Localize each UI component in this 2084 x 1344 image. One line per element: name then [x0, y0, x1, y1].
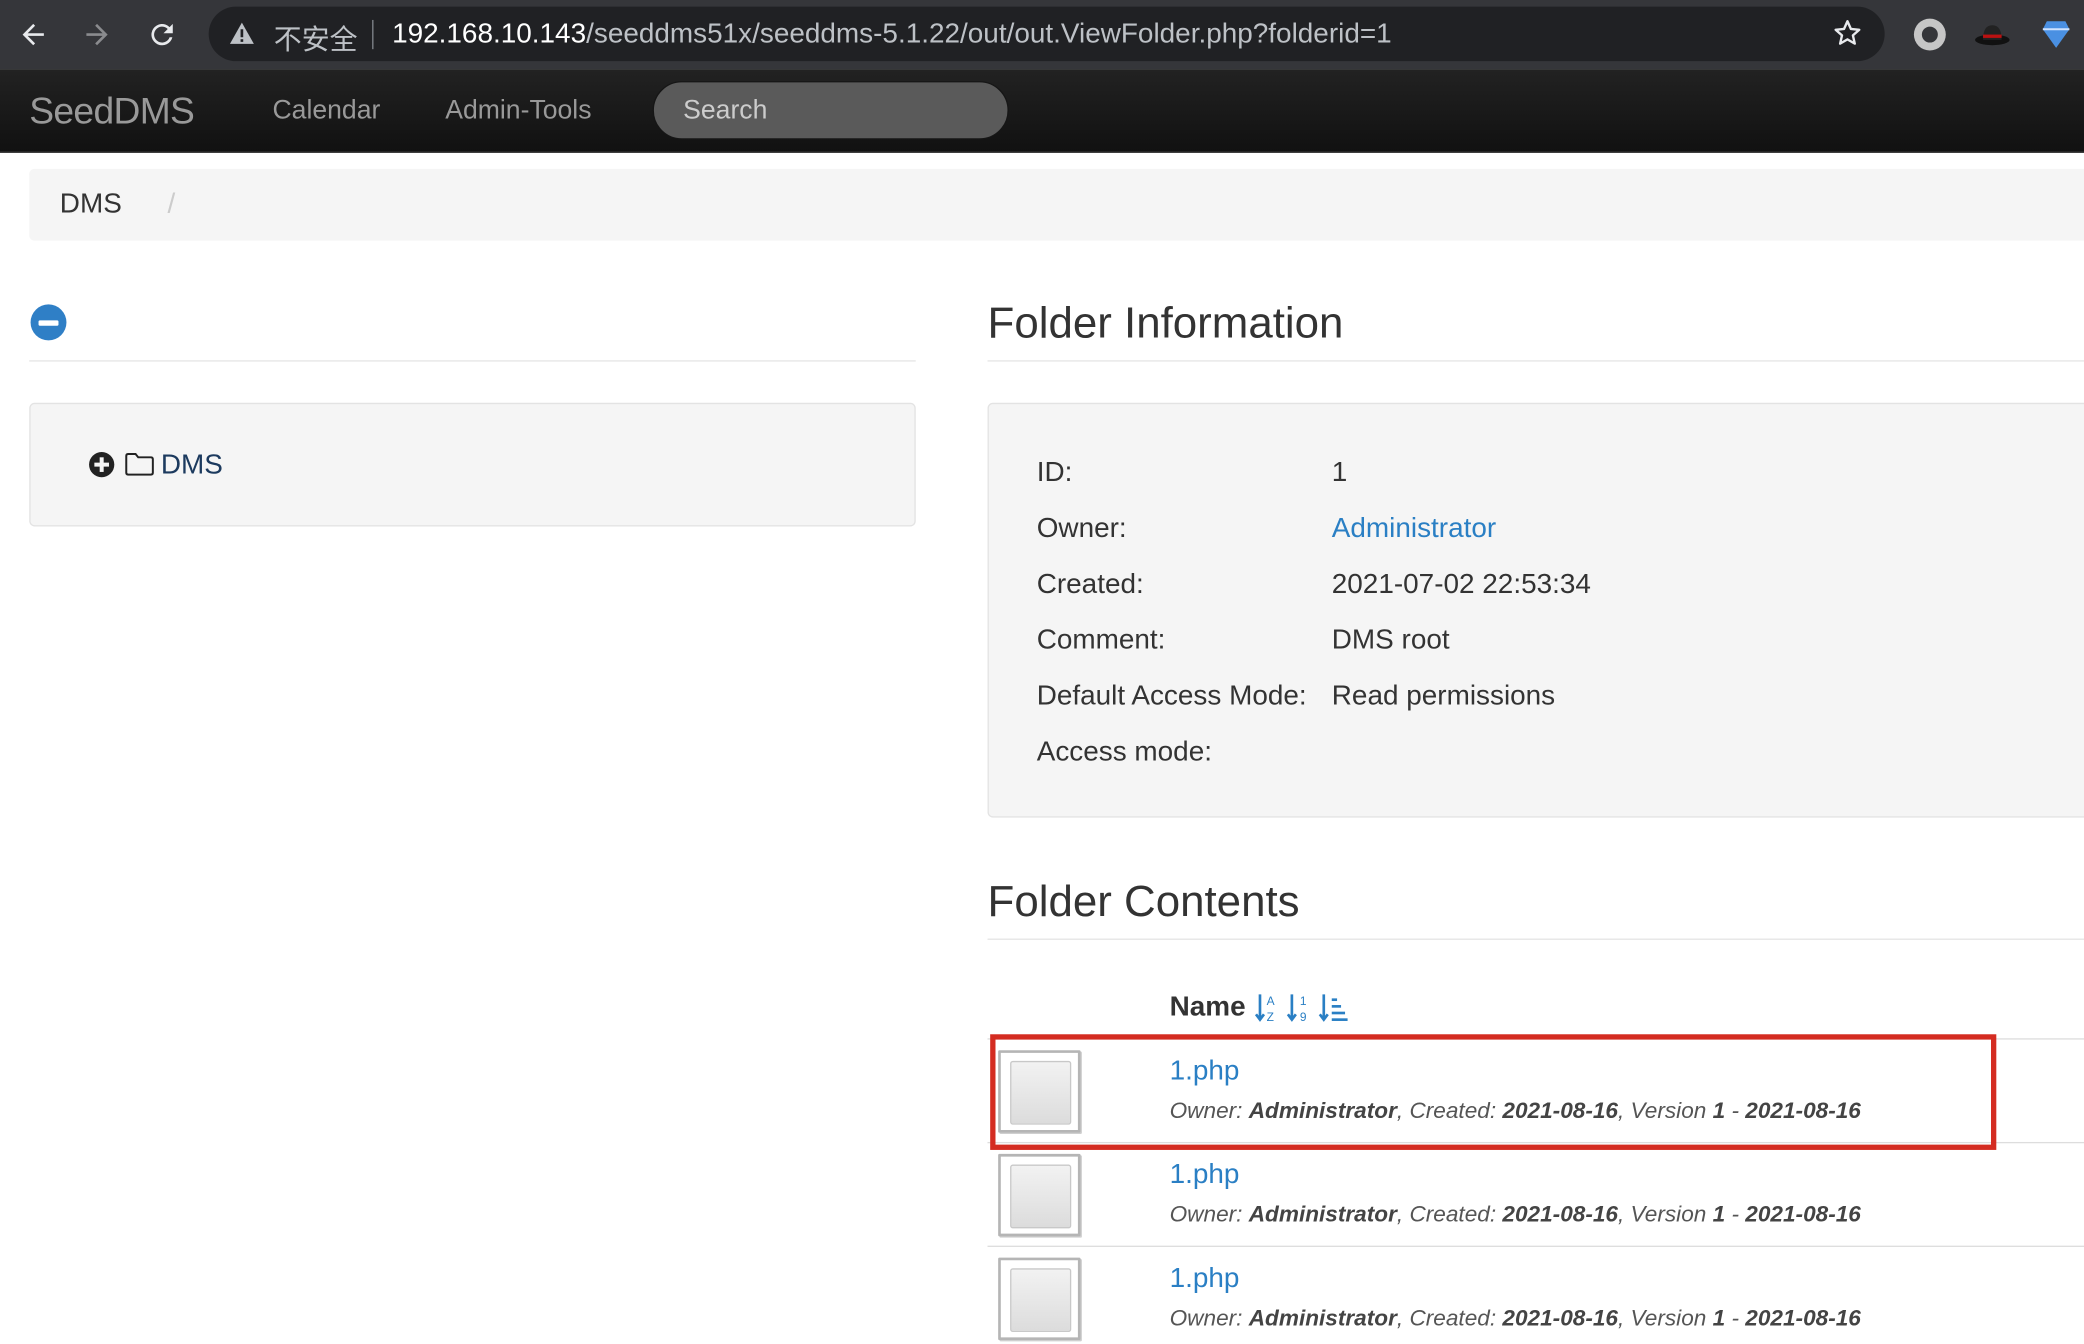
- document-thumbnail-icon[interactable]: [998, 1050, 1081, 1133]
- tree-item-dms[interactable]: DMS: [161, 449, 223, 481]
- table-row[interactable]: 1.php Owner: Administrator, Created: 202…: [988, 1246, 2084, 1344]
- forward-icon[interactable]: [76, 13, 119, 56]
- breadcrumb: DMS /: [29, 168, 2084, 241]
- info-row-created: Created: 2021-07-02 22:53:34: [1037, 569, 2074, 609]
- document-thumbnail-icon[interactable]: [998, 1153, 1081, 1237]
- url-host: 192.168.10.143: [392, 18, 587, 50]
- info-row-owner: Owner: Administrator: [1037, 513, 2074, 553]
- browser-toolbar: 不安全 192.168.10.143/seeddms51x/seeddms-5.…: [0, 0, 2084, 70]
- info-label: Comment:: [1036, 624, 1166, 656]
- folder-contents-divider: [987, 938, 2084, 940]
- reload-icon[interactable]: [141, 13, 184, 56]
- table-row[interactable]: 1.php Owner: Administrator, Created: 202…: [988, 1038, 2084, 1142]
- folder-info-panel: ID: 1 Owner: Administrator Created: 2021…: [987, 402, 2084, 818]
- svg-text:Z: Z: [1267, 1010, 1274, 1024]
- document-name-link[interactable]: 1.php: [1170, 1263, 1240, 1295]
- document-meta: Owner: Administrator, Created: 2021-08-1…: [1169, 1305, 1861, 1331]
- expand-plus-icon[interactable]: [89, 451, 115, 478]
- tree-divider: [29, 360, 916, 362]
- bookmark-star-icon[interactable]: [1829, 15, 1866, 52]
- warning-icon: [227, 17, 256, 49]
- info-row-id: ID: 1: [1037, 457, 2074, 497]
- info-label: Access mode:: [1036, 736, 1212, 768]
- svg-text:1: 1: [1300, 994, 1307, 1008]
- info-value: 1: [1331, 457, 1348, 488]
- folder-tree: DMS: [29, 402, 916, 527]
- extension-hat-icon[interactable]: [1972, 15, 2012, 55]
- svg-text:9: 9: [1300, 1010, 1307, 1024]
- collapse-tree-icon[interactable]: [30, 304, 67, 341]
- info-label: Default Access Mode:: [1036, 680, 1307, 712]
- document-meta: Owner: Administrator, Created: 2021-08-1…: [1169, 1098, 1861, 1124]
- document-thumbnail-icon[interactable]: [998, 1257, 1081, 1341]
- svg-text:A: A: [1267, 994, 1275, 1008]
- column-header-name: Name: [1169, 991, 1246, 1023]
- insecure-label: 不安全: [273, 23, 358, 56]
- sort-alpha-icon[interactable]: A Z: [1254, 990, 1282, 1025]
- document-name-link[interactable]: 1.php: [1170, 1056, 1240, 1088]
- info-row-access-mode: Access mode:: [1037, 736, 2074, 776]
- folder-information-title: Folder Information: [987, 297, 1344, 347]
- info-row-default-access: Default Access Mode: Read permissions: [1037, 681, 2074, 721]
- extension-gem-icon[interactable]: [2036, 15, 2076, 55]
- back-icon[interactable]: [12, 13, 55, 56]
- url-text[interactable]: 192.168.10.143/seeddms51x/seeddms-5.1.22…: [392, 19, 1392, 51]
- info-value: Read permissions: [1331, 680, 1556, 712]
- sort-amount-icon[interactable]: [1318, 990, 1348, 1025]
- info-label: Owner:: [1036, 513, 1127, 544]
- nav-calendar[interactable]: Calendar: [272, 96, 380, 127]
- search-input[interactable]: [652, 81, 1009, 140]
- info-label: Created:: [1036, 568, 1144, 600]
- document-meta: Owner: Administrator, Created: 2021-08-1…: [1169, 1201, 1861, 1228]
- folder-info-divider: [987, 360, 2084, 362]
- info-row-comment: Comment: DMS root: [1037, 625, 2074, 665]
- document-name-link[interactable]: 1.php: [1170, 1159, 1240, 1191]
- app-navbar: SeedDMS Calendar Admin-Tools: [0, 69, 2084, 153]
- nav-admin-tools[interactable]: Admin-Tools: [445, 96, 591, 127]
- extension-circle-icon[interactable]: [1910, 15, 1950, 55]
- folder-icon: [125, 452, 154, 476]
- breadcrumb-item-dms[interactable]: DMS: [60, 189, 122, 221]
- breadcrumb-divider: /: [167, 188, 176, 220]
- url-path: /seeddms51x/seeddms-5.1.22/out/out.ViewF…: [586, 18, 1392, 50]
- info-value: DMS root: [1331, 624, 1450, 656]
- info-label: ID:: [1036, 457, 1073, 488]
- brand-logo[interactable]: SeedDMS: [29, 90, 195, 133]
- sort-controls: A Z 1 9: [1254, 990, 1348, 1027]
- owner-link[interactable]: Administrator: [1332, 513, 1496, 545]
- table-row[interactable]: 1.php Owner: Administrator, Created: 202…: [988, 1142, 2084, 1246]
- info-value: 2021-07-02 22:53:34: [1331, 568, 1591, 600]
- address-divider: [372, 19, 374, 50]
- address-bar[interactable]: 不安全 192.168.10.143/seeddms51x/seeddms-5.…: [208, 6, 1885, 62]
- sort-numeric-icon[interactable]: 1 9: [1286, 990, 1314, 1025]
- folder-contents-title: Folder Contents: [987, 876, 1300, 926]
